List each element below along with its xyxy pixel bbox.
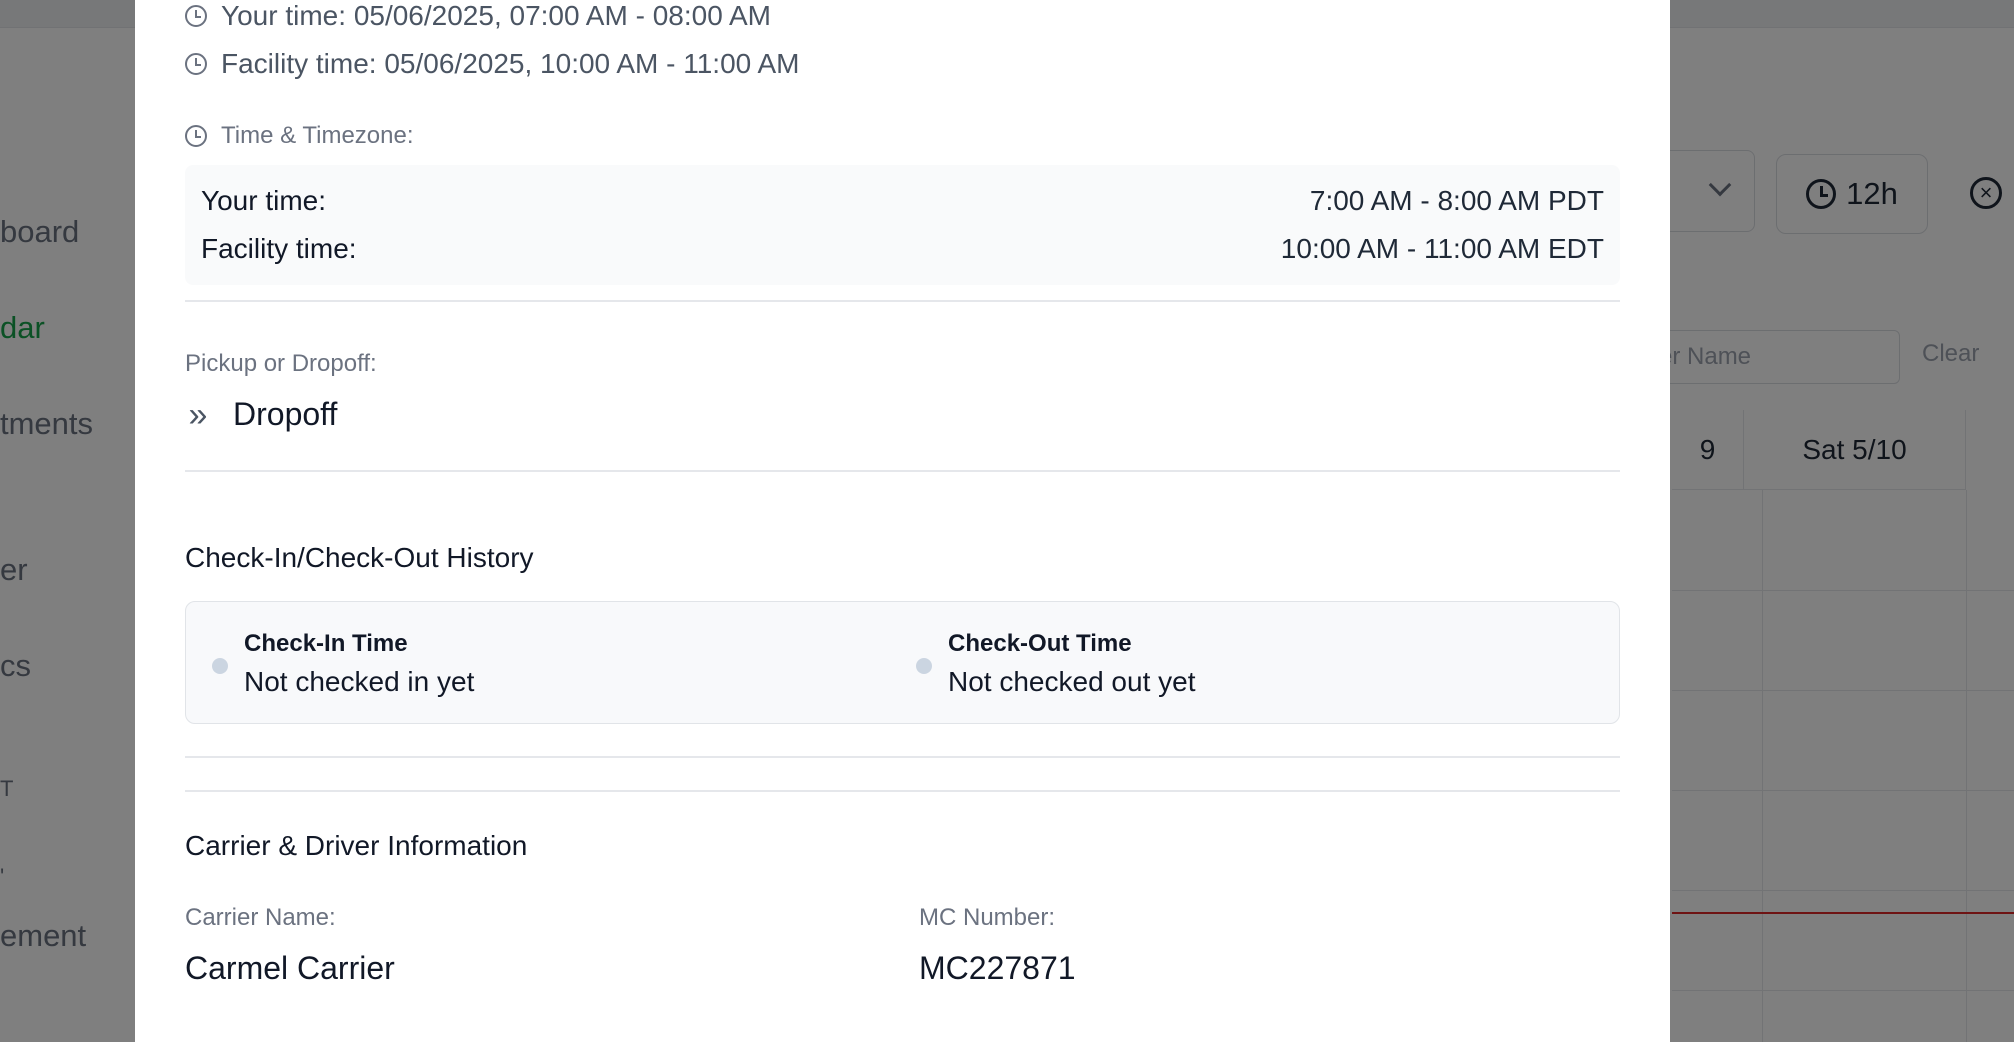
mc-number-label: MC Number: [919, 904, 1056, 931]
clock-icon [185, 125, 207, 147]
divider [185, 300, 1620, 302]
your-time-value: 05/06/2025, 07:00 AM - 08:00 AM [353, 0, 771, 31]
check-out-value: Not checked out yet [948, 666, 1196, 697]
pickup-dropoff-value: Dropoff [233, 396, 338, 432]
tz-facility-time-value: 10:00 AM - 11:00 AM EDT [1280, 233, 1604, 264]
clock-icon [185, 5, 207, 27]
status-dot [916, 658, 932, 674]
tz-facility-time-label: Facility time: [201, 233, 357, 264]
clock-icon [185, 53, 207, 75]
carrier-name-label: Carrier Name: [185, 904, 336, 931]
status-dot [212, 658, 228, 674]
mc-number-value: MC227871 [919, 950, 1076, 986]
time-timezone-heading: Time & Timezone: [185, 122, 414, 150]
pickup-dropoff-label: Pickup or Dropoff: [185, 350, 377, 377]
carrier-name-value: Carmel Carrier [185, 950, 395, 986]
timezone-row-your-time: Your time: 7:00 AM - 8:00 AM PDT [201, 185, 1604, 217]
divider [185, 790, 1620, 792]
facility-time-summary: Facility time: 05/06/2025, 10:00 AM - 11… [185, 48, 799, 80]
check-in-item: Check-In Time Not checked in yet [212, 630, 474, 698]
timezone-row-facility-time: Facility time: 10:00 AM - 11:00 AM EDT [201, 233, 1604, 265]
check-out-item: Check-Out Time Not checked out yet [916, 630, 1195, 698]
divider [185, 756, 1620, 758]
pickup-dropoff-field: » Dropoff [185, 395, 338, 434]
your-time-summary: Your time: 05/06/2025, 07:00 AM - 08:00 … [185, 0, 771, 32]
check-in-value: Not checked in yet [244, 666, 475, 697]
facility-time-label: Facility time: [221, 48, 377, 79]
chevrons-right-icon: » [188, 395, 208, 434]
time-timezone-label: Time & Timezone: [221, 122, 414, 149]
check-in-label: Check-In Time [244, 630, 408, 657]
carrier-section-title: Carrier & Driver Information [185, 830, 528, 861]
check-history-box: Check-In Time Not checked in yet Check-O… [185, 601, 1620, 724]
timezone-box: Your time: 7:00 AM - 8:00 AM PDT Facilit… [185, 165, 1620, 285]
check-out-label: Check-Out Time [948, 630, 1132, 657]
tz-your-time-value: 7:00 AM - 8:00 AM PDT [1309, 185, 1604, 216]
history-section-title: Check-In/Check-Out History [185, 542, 534, 573]
divider [185, 470, 1620, 472]
tz-your-time-label: Your time: [201, 185, 327, 216]
facility-time-value: 05/06/2025, 10:00 AM - 11:00 AM [384, 48, 800, 79]
appointment-details-modal: Your time: 05/06/2025, 07:00 AM - 08:00 … [135, 0, 1670, 1042]
your-time-label: Your time: [221, 0, 347, 31]
